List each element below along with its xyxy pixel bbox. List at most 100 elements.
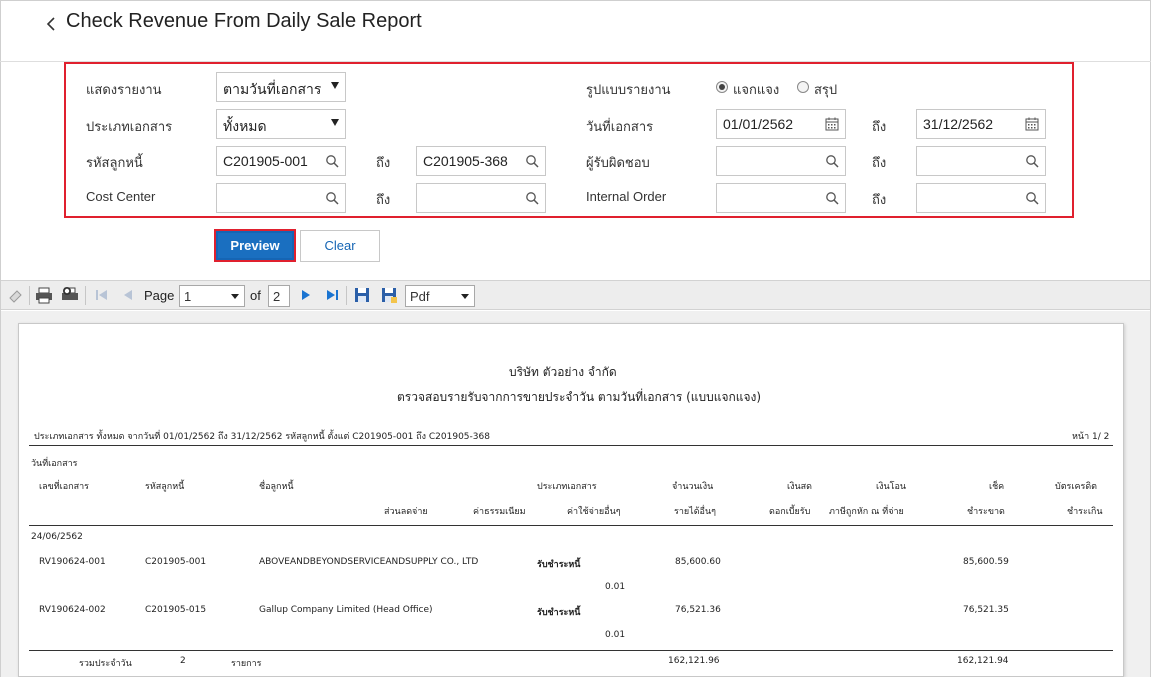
previous-page-icon[interactable] — [119, 286, 137, 304]
doc-date-from-value: 01/01/2562 — [723, 116, 794, 132]
page-label: Page — [144, 288, 175, 303]
row2-cheque: 76,521.35 — [963, 605, 1009, 615]
debtor-code-to-value: C201905-368 — [423, 153, 508, 169]
summary-label: รวมประจำวัน — [79, 659, 132, 669]
print-preview-icon[interactable] — [61, 286, 79, 304]
report-page-number: หน้า 1/ 2 — [1072, 432, 1110, 442]
calendar-icon[interactable] — [1025, 117, 1039, 131]
page-number-select[interactable]: 1 — [179, 285, 245, 307]
col-cheque: เช็ค — [989, 482, 1005, 492]
clear-button[interactable]: Clear — [300, 230, 380, 262]
col-cheque-overdue: ชำระขาด — [967, 507, 1005, 517]
next-page-icon[interactable] — [297, 286, 315, 304]
doc-type-label: ประเภทเอกสาร — [86, 119, 173, 134]
radio-summary[interactable] — [797, 81, 809, 93]
report-viewer-toolbar: Page 1 of 2 Pdf — [1, 280, 1150, 310]
col-interest: ดอกเบี้ยรับ — [769, 507, 811, 517]
col-cash: เงินสด — [787, 482, 812, 492]
search-icon[interactable] — [825, 191, 839, 205]
show-report-label: แสดงรายงาน — [86, 82, 162, 97]
row1-cheque: 85,600.59 — [963, 557, 1009, 567]
first-page-icon[interactable] — [93, 286, 111, 304]
show-report-select[interactable]: ตามวันที่เอกสาร — [216, 72, 346, 102]
search-icon[interactable] — [1025, 191, 1039, 205]
debtor-code-from-value: C201905-001 — [223, 153, 308, 169]
doc-date-to-value: 31/12/2562 — [923, 116, 994, 132]
doc-date-label: วันที่เอกสาร — [586, 119, 654, 134]
bookmark-icon[interactable] — [7, 286, 25, 304]
col-wht: ภาษีถูกหัก ณ ที่จ่าย — [829, 507, 904, 517]
toolbar-separator — [85, 286, 86, 305]
responsible-to-input[interactable] — [916, 146, 1046, 176]
report-title: ตรวจสอบรายรับจากการขายประจำวัน ตามวันที่… — [397, 390, 762, 404]
dropdown-caret-icon — [331, 82, 339, 89]
page-title: Check Revenue From Daily Sale Report — [66, 10, 422, 32]
responsible-from-input[interactable] — [716, 146, 846, 176]
debtor-code-to-label: ถึง — [376, 155, 391, 170]
save-as-icon[interactable] — [380, 286, 398, 304]
debtor-code-to-input[interactable]: C201905-368 — [416, 146, 546, 176]
internal-order-to-input[interactable] — [916, 183, 1046, 213]
row1-amount: 85,600.60 — [675, 557, 721, 567]
summary-cheque: 162,121.94 — [957, 656, 1009, 666]
toolbar-separator — [29, 286, 30, 305]
doc-date-from-input[interactable]: 01/01/2562 — [716, 109, 846, 139]
row2-debtor-code: C201905-015 — [145, 605, 207, 615]
row2-doc-no: RV190624-002 — [39, 605, 106, 615]
doc-type-select[interactable]: ทั้งหมด — [216, 109, 346, 139]
preview-button-label: Preview — [230, 238, 280, 253]
search-icon[interactable] — [1025, 154, 1039, 168]
radio-summary-label: สรุป — [814, 82, 838, 97]
responsible-label: ผู้รับผิดชอบ — [586, 155, 650, 170]
radio-detail[interactable] — [716, 81, 728, 93]
total-pages-value: 2 — [273, 289, 281, 304]
summary-count: 2 — [180, 656, 186, 666]
calendar-icon[interactable] — [825, 117, 839, 131]
doc-date-to-input[interactable]: 31/12/2562 — [916, 109, 1046, 139]
search-icon[interactable] — [325, 191, 339, 205]
search-icon[interactable] — [525, 191, 539, 205]
summary-top-rule — [29, 650, 1113, 651]
doc-date-to-label: ถึง — [872, 119, 887, 134]
show-report-value: ตามวันที่เอกสาร — [223, 81, 322, 97]
header-top-rule — [29, 445, 1113, 446]
row2-doc-type: รับชำระหนี้ — [537, 608, 581, 618]
col-credit-card: บัตรเครดิต — [1055, 482, 1098, 492]
search-icon[interactable] — [525, 154, 539, 168]
row2-other-expense: 0.01 — [605, 630, 626, 640]
row1-doc-type: รับชำระหนี้ — [537, 560, 581, 570]
row1-debtor-code: C201905-001 — [145, 557, 207, 567]
row1-debtor-name: ABOVEANDBEYONDSERVICEANDSUPPLY CO., LTD — [259, 557, 479, 567]
col-doc-no: เลขที่เอกสาร — [39, 482, 89, 492]
report-page: บริษัท ตัวอย่าง จำกัด ตรวจสอบรายรับจากกา… — [18, 323, 1124, 677]
debtor-code-from-input[interactable]: C201905-001 — [216, 146, 346, 176]
export-format-select[interactable]: Pdf — [405, 285, 475, 307]
row1-doc-no: RV190624-001 — [39, 557, 106, 567]
cost-center-from-input[interactable] — [216, 183, 346, 213]
col-doc-date: วันที่เอกสาร — [31, 459, 78, 469]
col-debtor-name: ชื่อลูกหนี้ — [259, 482, 294, 492]
back-chevron-icon[interactable] — [44, 14, 58, 34]
report-format-label: รูปแบบรายงาน — [586, 82, 671, 97]
report-criteria: ประเภทเอกสาร ทั้งหมด จากวันที่ 01/01/256… — [34, 432, 490, 442]
cost-center-to-input[interactable] — [416, 183, 546, 213]
col-other-income: รายได้อื่นๆ — [674, 507, 716, 517]
search-icon[interactable] — [825, 154, 839, 168]
header-bottom-rule — [29, 525, 1113, 526]
print-icon[interactable] — [35, 286, 53, 304]
responsible-to-label: ถึง — [872, 155, 887, 170]
dropdown-caret-icon — [461, 294, 469, 299]
export-format-value: Pdf — [410, 289, 430, 304]
col-doc-type: ประเภทเอกสาร — [537, 482, 597, 492]
internal-order-to-label: ถึง — [872, 192, 887, 207]
preview-button[interactable]: Preview — [214, 229, 296, 262]
dropdown-caret-icon — [231, 294, 239, 299]
save-icon[interactable] — [353, 286, 371, 304]
internal-order-label: Internal Order — [586, 189, 667, 204]
internal-order-from-input[interactable] — [716, 183, 846, 213]
search-icon[interactable] — [325, 154, 339, 168]
col-debtor-code: รหัสลูกหนี้ — [145, 482, 185, 492]
col-card-excess: ชำระเกิน — [1067, 507, 1103, 517]
last-page-icon[interactable] — [323, 286, 341, 304]
of-label: of — [250, 288, 261, 303]
